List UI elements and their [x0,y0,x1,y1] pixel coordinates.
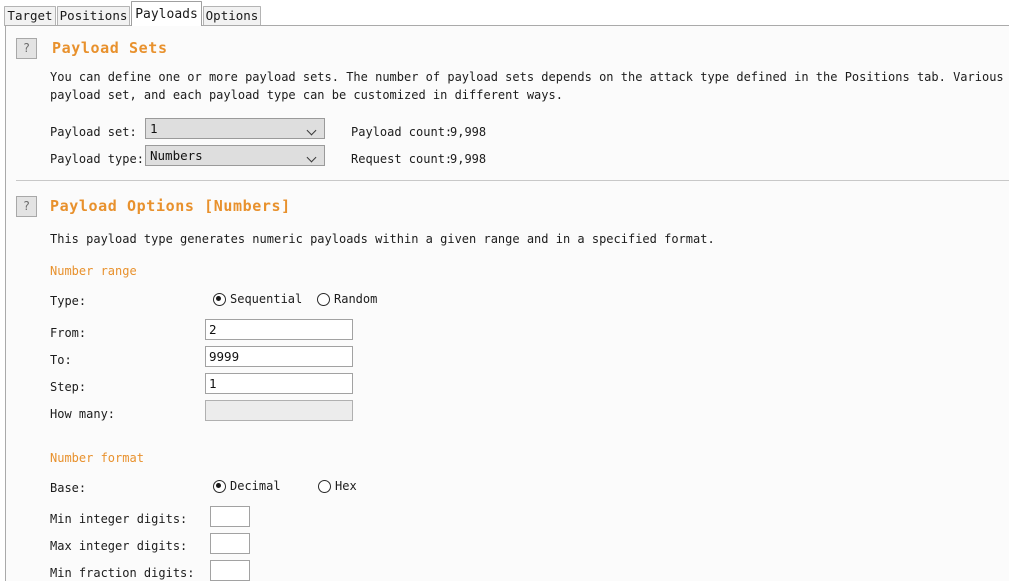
payload-options-help-icon[interactable]: ? [16,196,37,217]
from-label: From: [50,326,87,340]
tab-options-label: Options [205,8,259,24]
step-input[interactable] [205,373,353,394]
min-fraction-digits-input[interactable] [210,560,250,581]
payload-type-label: Payload type: [50,152,144,166]
payload-count-value: 9,998 [450,125,487,139]
radio-sequential-indicator [213,292,226,306]
section-divider [16,180,1009,181]
payload-set-dropdown[interactable]: 1 [145,118,325,139]
tab-payloads-label: Payloads [135,6,198,22]
radio-decimal[interactable]: Decimal [213,479,281,493]
tab-payloads[interactable]: Payloads [131,1,202,26]
payload-sets-description-line1: You can define one or more payload sets.… [50,70,1009,84]
radio-random[interactable]: Random [317,292,377,306]
radio-random-indicator [317,292,330,306]
min-integer-digits-label: Min integer digits: [50,512,188,526]
from-input[interactable] [205,319,353,340]
radio-sequential-label: Sequential [230,292,303,306]
payload-sets-help-icon[interactable]: ? [16,38,37,59]
radio-decimal-indicator [213,479,226,493]
min-fraction-digits-label: Min fraction digits: [50,566,195,580]
how-many-input[interactable] [205,400,353,421]
payloads-panel-inner: ? Payload Sets You can define one or mor… [6,26,1009,581]
tab-target-label: Target [7,8,53,24]
to-input[interactable] [205,346,353,367]
tab-bar: Target Positions Payloads Options [0,0,1009,26]
chevron-down-icon [308,127,317,132]
payload-type-value: Numbers [150,148,203,163]
radio-hex-label: Hex [335,479,357,493]
number-range-type-label: Type: [50,294,87,308]
radio-decimal-label: Decimal [230,479,281,493]
payload-set-value: 1 [150,121,158,136]
payload-type-dropdown[interactable]: Numbers [145,145,325,166]
number-format-heading: Number format [50,451,144,465]
max-integer-digits-input[interactable] [210,533,250,554]
radio-sequential[interactable]: Sequential [213,292,302,306]
payloads-panel: ? Payload Sets You can define one or mor… [5,25,1009,581]
tab-options[interactable]: Options [203,6,261,26]
radio-random-label: Random [334,292,378,306]
tab-positions[interactable]: Positions [57,6,130,26]
to-label: To: [50,353,72,367]
payload-sets-title: Payload Sets [52,39,168,57]
payload-options-description: This payload type generates numeric payl… [50,232,715,246]
request-count-value: 9,998 [450,152,487,166]
max-integer-digits-label: Max integer digits: [50,539,188,553]
tab-target[interactable]: Target [4,6,56,26]
min-integer-digits-input[interactable] [210,506,250,527]
base-label: Base: [50,481,87,495]
how-many-label: How many: [50,407,116,421]
radio-hex[interactable]: Hex [318,479,357,493]
payload-set-label: Payload set: [50,125,137,139]
request-count-label: Request count: [351,152,453,166]
chevron-down-icon [308,154,317,159]
radio-hex-indicator [318,479,331,493]
payload-count-label: Payload count: [351,125,453,139]
payload-options-title: Payload Options [Numbers] [50,197,291,215]
number-range-heading: Number range [50,264,137,278]
step-label: Step: [50,380,87,394]
payload-sets-description-line2: payload set, and each payload type can b… [50,88,563,102]
tab-positions-label: Positions [59,8,128,24]
